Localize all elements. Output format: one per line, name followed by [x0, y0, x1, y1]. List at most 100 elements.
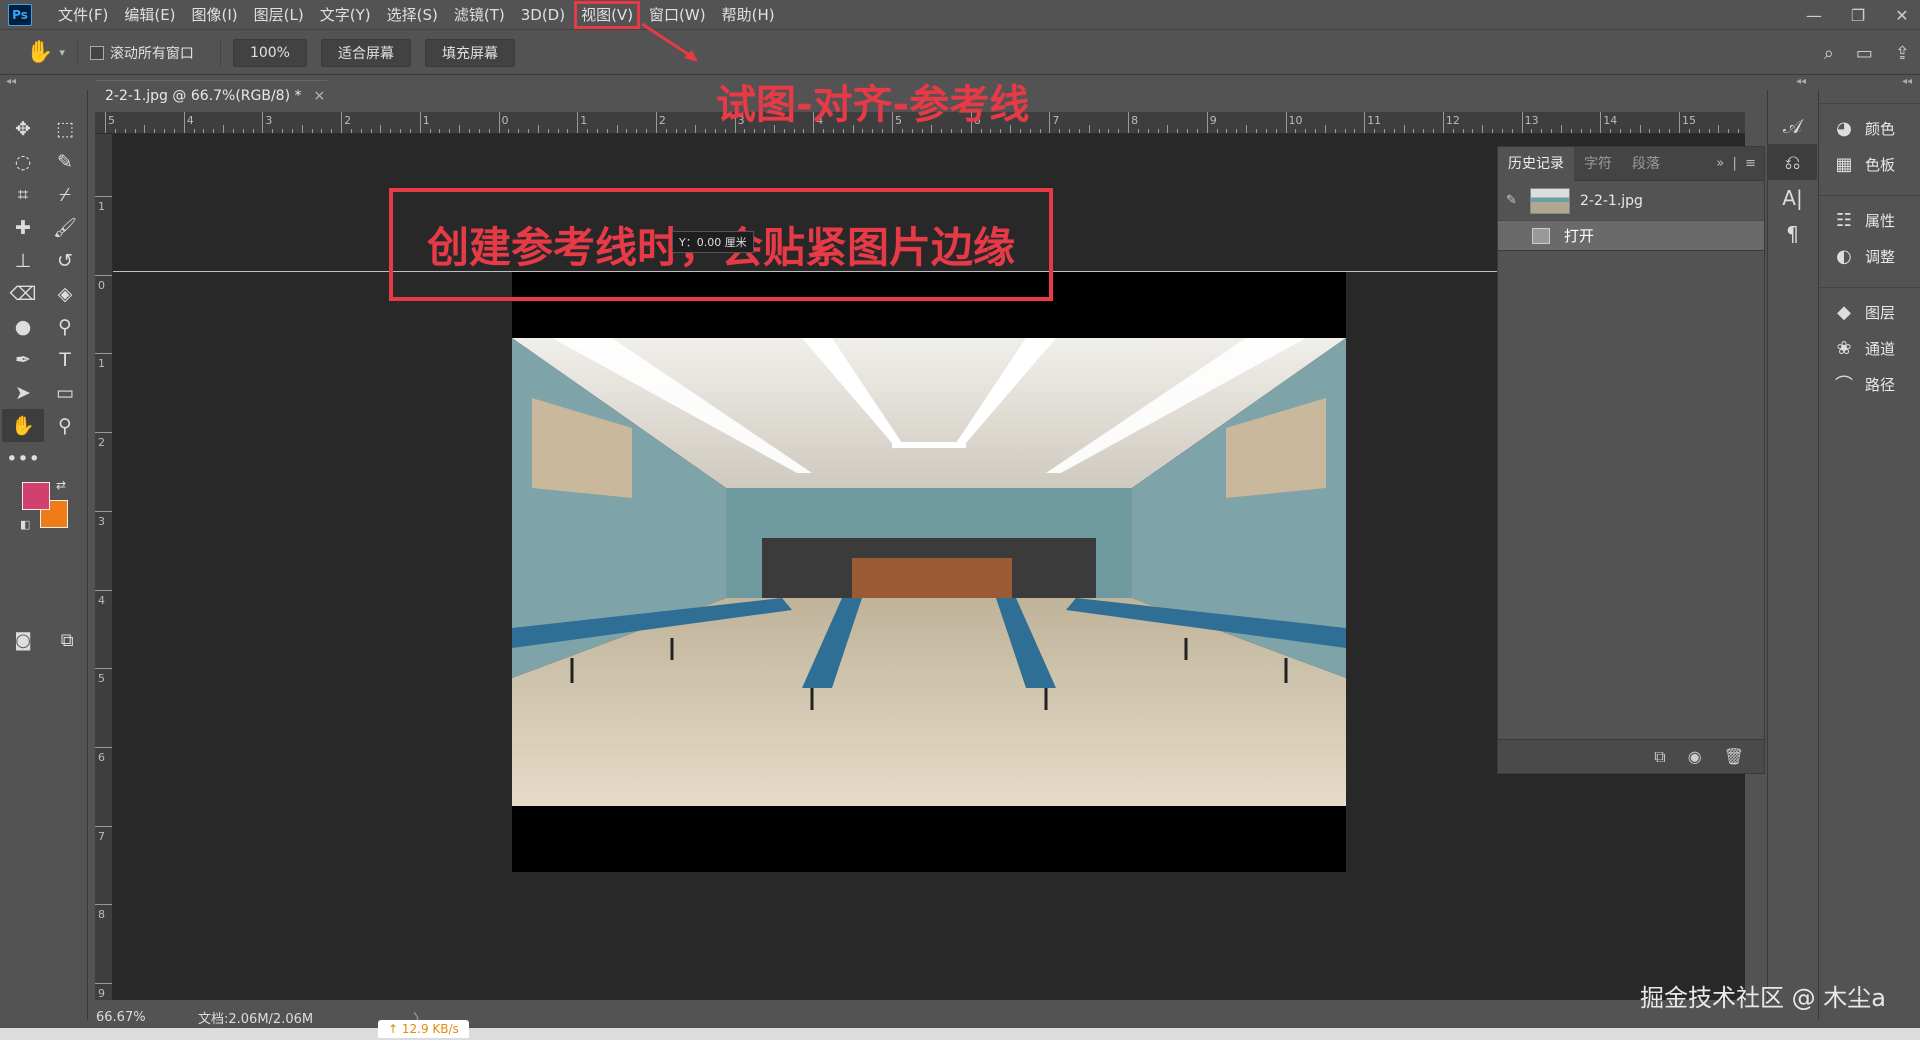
- more-tools-icon[interactable]: •••: [2, 442, 44, 475]
- fit-screen-button[interactable]: 适合屏幕: [320, 38, 411, 67]
- menu-item[interactable]: 文字(Y): [312, 0, 379, 30]
- status-zoom[interactable]: 66.67%: [96, 1010, 196, 1025]
- ruler-minor-tick: [1688, 129, 1690, 133]
- ruler-minor-tick: [301, 125, 303, 133]
- panel-paths-item[interactable]: ⌒ 路径: [1819, 366, 1920, 402]
- panel-layers-item[interactable]: ◆ 图层: [1819, 294, 1920, 330]
- collapse-mid-icon[interactable]: ◂◂: [1796, 76, 1806, 90]
- menu-item[interactable]: 文件(F): [50, 0, 116, 30]
- paragraph-icon[interactable]: ¶: [1768, 216, 1817, 252]
- hand-tool-icon[interactable]: ✋: [26, 40, 53, 65]
- ruler-minor-tick: [626, 129, 628, 133]
- close-tab-icon[interactable]: ×: [314, 88, 326, 104]
- panel-adjustments-item[interactable]: ◐ 调整: [1819, 238, 1920, 274]
- panel-menu-icon[interactable]: » | ≡: [1716, 147, 1756, 181]
- panel-properties-item[interactable]: ☷ 属性: [1819, 202, 1920, 238]
- history-brush-source-icon[interactable]: ✎: [1506, 193, 1526, 208]
- workspace-icon[interactable]: ▭: [1856, 43, 1873, 64]
- type-tool-icon[interactable]: T: [44, 343, 86, 376]
- history-snapshot[interactable]: ✎ 2-2-1.jpg: [1498, 181, 1764, 221]
- ruler-tick-label: 8: [1131, 114, 1139, 127]
- tab-paragraph[interactable]: 段落: [1622, 147, 1670, 181]
- status-bar: 66.67% 文档:2.06M/2.06M 〉: [88, 1006, 1768, 1028]
- trash-icon[interactable]: 🗑: [1724, 747, 1744, 766]
- path-select-tool-icon[interactable]: ➤: [2, 376, 44, 409]
- foreground-color-swatch[interactable]: [22, 482, 50, 510]
- paint-bucket-tool-icon[interactable]: ◈: [44, 277, 86, 310]
- marquee-tool-icon[interactable]: ⬚: [44, 112, 86, 145]
- lasso-tool-icon[interactable]: ◌: [2, 145, 44, 178]
- right-panel-dock: ◕ 颜色 ▦ 色板 ☷ 属性 ◐ 调整 ◆ 图层 ❀ 通道 ⌒ 路径: [1818, 90, 1920, 1020]
- close-window-button[interactable]: ✕: [1890, 6, 1914, 25]
- scroll-all-checkbox[interactable]: [89, 45, 104, 60]
- hand-tool-active-icon[interactable]: ✋: [2, 409, 44, 442]
- ruler-minor-tick: [557, 129, 559, 133]
- glyphs-icon[interactable]: 𝒜: [1768, 108, 1817, 144]
- history-panel-icon[interactable]: ⎌: [1768, 144, 1817, 180]
- ruler-tick-label: 9: [1209, 114, 1217, 127]
- tab-character[interactable]: 字符: [1574, 147, 1622, 181]
- ruler-minor-tick: [1619, 129, 1621, 133]
- menu-item[interactable]: 选择(S): [379, 0, 446, 30]
- ruler-tick: [95, 432, 112, 434]
- pen-tool-icon[interactable]: ✒: [2, 343, 44, 376]
- menu-item[interactable]: 图层(L): [246, 0, 312, 30]
- crop-tool-icon[interactable]: ⌗: [2, 178, 44, 211]
- restore-button[interactable]: ❐: [1846, 6, 1870, 25]
- ruler-minor-tick: [636, 129, 638, 133]
- stamp-tool-icon[interactable]: ⊥: [2, 244, 44, 277]
- search-icon[interactable]: ⌕: [1824, 43, 1834, 64]
- document-tab[interactable]: 2-2-1.jpg @ 66.7%(RGB/8) * ×: [95, 80, 327, 110]
- ruler-minor-tick: [1393, 129, 1395, 133]
- ruler-minor-tick: [1482, 125, 1484, 133]
- fill-screen-button[interactable]: 填充屏幕: [424, 38, 515, 67]
- panel-swatches-item[interactable]: ▦ 色板: [1819, 146, 1920, 182]
- tab-history[interactable]: 历史记录: [1498, 146, 1574, 181]
- ruler-minor-tick: [587, 129, 589, 133]
- character-icon[interactable]: A|: [1768, 180, 1817, 216]
- ruler-minor-tick: [1305, 129, 1307, 133]
- quick-mask-icon[interactable]: ◙: [14, 630, 31, 651]
- rectangle-tool-icon[interactable]: ▭: [44, 376, 86, 409]
- menu-item[interactable]: 编辑(E): [116, 0, 183, 30]
- default-colors-icon[interactable]: ◧: [20, 518, 30, 531]
- zoom-100-button[interactable]: 100%: [232, 38, 307, 67]
- new-document-from-state-icon[interactable]: ⧉: [1654, 747, 1665, 767]
- panel-channels-item[interactable]: ❀ 通道: [1819, 330, 1920, 366]
- new-snapshot-camera-icon[interactable]: ◉: [1688, 747, 1702, 766]
- minimize-button[interactable]: —: [1802, 6, 1826, 25]
- ruler-tick: [1128, 112, 1130, 133]
- ruler-minor-tick: [468, 129, 470, 133]
- screen-mode-icon[interactable]: ⧉: [61, 630, 74, 651]
- eyedropper-tool-icon[interactable]: ⌿: [44, 178, 86, 211]
- menu-item[interactable]: 3D(D): [513, 0, 573, 30]
- share-icon[interactable]: ⇪: [1895, 43, 1910, 64]
- ruler-minor-tick: [193, 129, 195, 133]
- menu-item[interactable]: 滤镜(T): [446, 0, 513, 30]
- ruler-minor-tick: [478, 129, 480, 133]
- collapse-right-icon[interactable]: ◂◂: [1902, 76, 1912, 90]
- quick-select-tool-icon[interactable]: ✎: [44, 145, 86, 178]
- panel-color-item[interactable]: ◕ 颜色: [1819, 110, 1920, 146]
- ruler-minor-tick: [1069, 129, 1071, 133]
- dodge-tool-icon[interactable]: ⚲: [44, 310, 86, 343]
- brush-tool-icon[interactable]: 🖌: [44, 211, 86, 244]
- ruler-minor-tick: [1738, 129, 1740, 133]
- blur-tool-icon[interactable]: ●: [2, 310, 44, 343]
- swap-colors-icon[interactable]: ⇄: [56, 478, 66, 492]
- move-tool-icon[interactable]: ✥: [2, 112, 44, 145]
- tool-preset-chevron-down-icon[interactable]: ▾: [59, 46, 65, 59]
- menu-item[interactable]: 视图(V): [573, 0, 641, 30]
- ruler-vertical[interactable]: 1 0 1 2 3 4 5 6 7 8 9: [95, 134, 113, 1000]
- menu-item[interactable]: 图像(I): [184, 0, 246, 30]
- zoom-tool-icon[interactable]: ⚲: [44, 409, 86, 442]
- ruler-minor-tick: [1413, 129, 1415, 133]
- history-brush-tool-icon[interactable]: ↺: [44, 244, 86, 277]
- eraser-tool-icon[interactable]: ⌫: [2, 277, 44, 310]
- ruler-minor-tick: [1560, 125, 1562, 133]
- ruler-tick: [95, 196, 112, 197]
- collapse-left-icon[interactable]: ◂◂: [6, 76, 16, 90]
- history-step[interactable]: 打开: [1498, 221, 1764, 251]
- healing-brush-tool-icon[interactable]: ✚: [2, 211, 44, 244]
- ruler-minor-tick: [646, 129, 648, 133]
